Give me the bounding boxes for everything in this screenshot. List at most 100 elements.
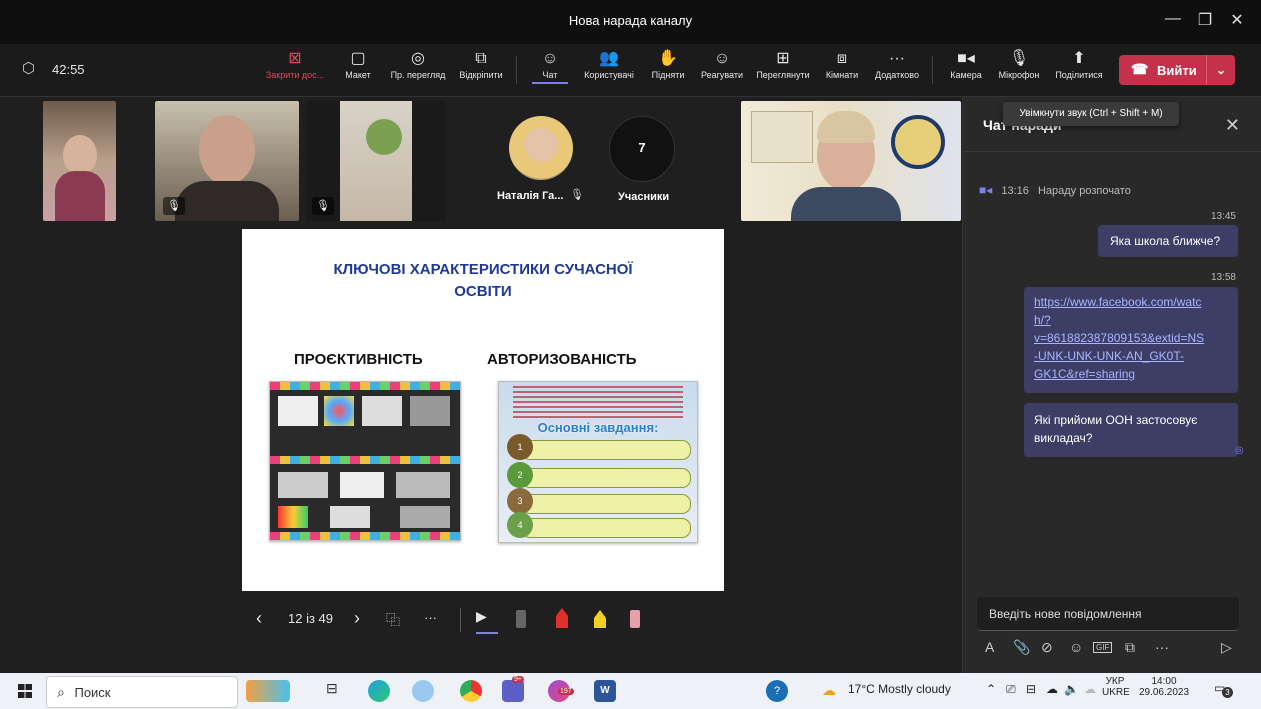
more-options-icon[interactable]: ··· [1155, 639, 1169, 655]
language-indicator[interactable]: УКР UKRE [1102, 676, 1130, 698]
tray-expand-icon[interactable]: ⌃ [986, 682, 996, 696]
layout-button[interactable]: ▢ Макет [340, 48, 376, 92]
participant-avatar-natalia[interactable] [509, 116, 573, 180]
word-icon[interactable]: W [594, 680, 616, 702]
microphone-label: Мікрофон [998, 70, 1040, 80]
edge-browser-icon[interactable] [368, 680, 390, 702]
next-slide-button[interactable]: › [354, 608, 360, 629]
leave-button[interactable]: ☎ Вийти ⌄ [1119, 55, 1235, 85]
pointer-tool-icon[interactable]: ▶ [476, 608, 498, 634]
people-button[interactable]: 👥 Користувачі [580, 48, 638, 92]
teams-icon[interactable]: 9+ [502, 676, 524, 702]
presentation-more-button[interactable]: ··· [424, 610, 437, 625]
window-title: Нова нарада каналу [568, 13, 693, 28]
gif-icon[interactable]: GIF [1093, 642, 1113, 653]
minimize-button[interactable]: — [1158, 10, 1188, 28]
participant-face [199, 115, 255, 185]
camera-button[interactable]: ■◂ Камера [944, 48, 988, 92]
participant-frame [340, 101, 412, 221]
message-line: викладач? [1034, 431, 1093, 445]
muted-mic-icon: 🎙 [163, 197, 185, 215]
help-icon[interactable]: ? [766, 680, 788, 702]
participants-count: 7 [638, 140, 646, 155]
share-label: Поділитися [1055, 70, 1103, 80]
chat-button[interactable]: ☺ Чат [532, 48, 568, 92]
network-icon[interactable]: ⊟ [1026, 682, 1036, 696]
search-placeholder: Поиск [74, 685, 111, 700]
highlighter-icon[interactable] [594, 610, 606, 618]
camera-icon: ■◂ [979, 183, 993, 197]
cloud-icon[interactable]: ☁ [1046, 682, 1058, 696]
share-button[interactable]: ⬆ Поділитися [1050, 48, 1108, 92]
chat-message[interactable]: https://www.facebook.com/watc h/? v=8618… [1024, 287, 1238, 393]
pen-tool-red-icon[interactable] [556, 608, 568, 616]
participant-body [55, 171, 105, 221]
react-label: Реагувати [700, 70, 744, 80]
participant-video-2[interactable]: 🎙 [155, 101, 299, 221]
react-button[interactable]: ☺ Реагувати [696, 48, 748, 92]
volume-icon[interactable]: 🔈 [1064, 682, 1079, 696]
chat-close-button[interactable]: ✕ [1225, 115, 1240, 136]
emoji-icon[interactable]: ☺ [1069, 639, 1083, 655]
chat-label: Чат [532, 70, 568, 84]
rooms-button[interactable]: ⧈ Кімнати [820, 48, 864, 92]
chat-panel: Чат наради ✕ ■◂ 13:16 Нараду розпочато 1… [962, 97, 1261, 673]
maximize-button[interactable]: ❐ [1190, 10, 1220, 30]
weather-text[interactable]: 17°C Mostly cloudy [848, 682, 951, 696]
loop-icon[interactable]: ⊘ [1041, 639, 1053, 656]
task-number: 3 [507, 488, 533, 514]
notification-count: 3 [1222, 687, 1233, 698]
attach-icon[interactable]: 📎 [1013, 639, 1030, 656]
undock-button[interactable]: ⧉ Відкріпити [454, 48, 508, 92]
slide-grid-icon[interactable]: ⿻ [386, 610, 400, 630]
participant-body [175, 181, 279, 221]
microphone-button[interactable]: 🎙 Мікрофон [994, 48, 1044, 92]
task-number: 2 [507, 462, 533, 488]
onedrive-icon[interactable]: ☁ [1084, 682, 1096, 696]
task-number: 1 [507, 434, 533, 460]
participant-video-3[interactable]: 🎙 [306, 101, 446, 221]
taskbar-widget-icon[interactable] [246, 680, 290, 702]
link-line: https://www.facebook.com/watc [1034, 295, 1202, 309]
participants-count-circle[interactable]: 7 [609, 116, 675, 182]
raise-hand-button[interactable]: ✋ Підняти [648, 48, 688, 92]
windows-start-icon[interactable] [18, 684, 32, 698]
sticker-icon[interactable]: ⧉ [1125, 639, 1135, 656]
layout-label: Макет [345, 70, 371, 80]
send-icon[interactable]: ▷ [1221, 639, 1232, 656]
task-row [521, 518, 691, 538]
format-icon[interactable]: A [985, 639, 994, 655]
viber-icon[interactable]: 197 [548, 680, 574, 702]
presenter-video[interactable] [741, 101, 961, 221]
presenter-view-button[interactable]: ◎ Пр. перегляд [386, 48, 450, 92]
chat-compose-input[interactable]: Введіть нове повідомлення [977, 597, 1239, 631]
teams-badge: 9+ [512, 676, 524, 683]
leave-label: Вийти [1157, 63, 1197, 78]
previous-slide-button[interactable]: ‹ [256, 608, 262, 629]
toolbar-divider [516, 56, 517, 84]
leave-options-chevron-icon[interactable]: ⌄ [1206, 55, 1235, 85]
eraser-icon[interactable] [630, 610, 640, 628]
dropbox-icon[interactable] [412, 680, 434, 702]
more-button[interactable]: ··· Додатково [870, 48, 924, 92]
collage-tile [362, 396, 402, 426]
presenter-background-sign [751, 111, 813, 163]
stop-sharing-button[interactable]: ⊠ Закрити дос... [262, 48, 328, 92]
close-window-button[interactable]: ✕ [1222, 10, 1252, 30]
tray-status-icon[interactable]: ⎚ [1006, 682, 1016, 697]
rooms-icon: ⧈ [836, 50, 848, 67]
title-bar: Нова нарада каналу — ❐ ✕ [0, 0, 1261, 44]
chat-message-link[interactable]: https://www.facebook.com/watc h/? v=8618… [1034, 293, 1228, 383]
task-view-icon[interactable]: ⊟ [326, 680, 348, 702]
meeting-timer: 42:55 [52, 62, 85, 77]
chat-message[interactable]: Які прийоми ООН застосовує викладач? [1024, 403, 1238, 457]
muted-mic-icon: 🎙 [570, 189, 584, 201]
notifications-icon[interactable]: ▭ 3 [1214, 681, 1233, 699]
pen-tool-gray-icon[interactable] [516, 610, 526, 628]
participant-video-1[interactable] [43, 101, 116, 221]
taskbar-search[interactable]: ⌕ Поиск [46, 676, 238, 708]
clock[interactable]: 14:00 29.06.2023 [1134, 676, 1194, 698]
chrome-icon[interactable] [460, 680, 482, 702]
chat-message[interactable]: Яка школа ближче? [1098, 225, 1238, 257]
view-button[interactable]: ⊞ Переглянути [752, 48, 814, 92]
